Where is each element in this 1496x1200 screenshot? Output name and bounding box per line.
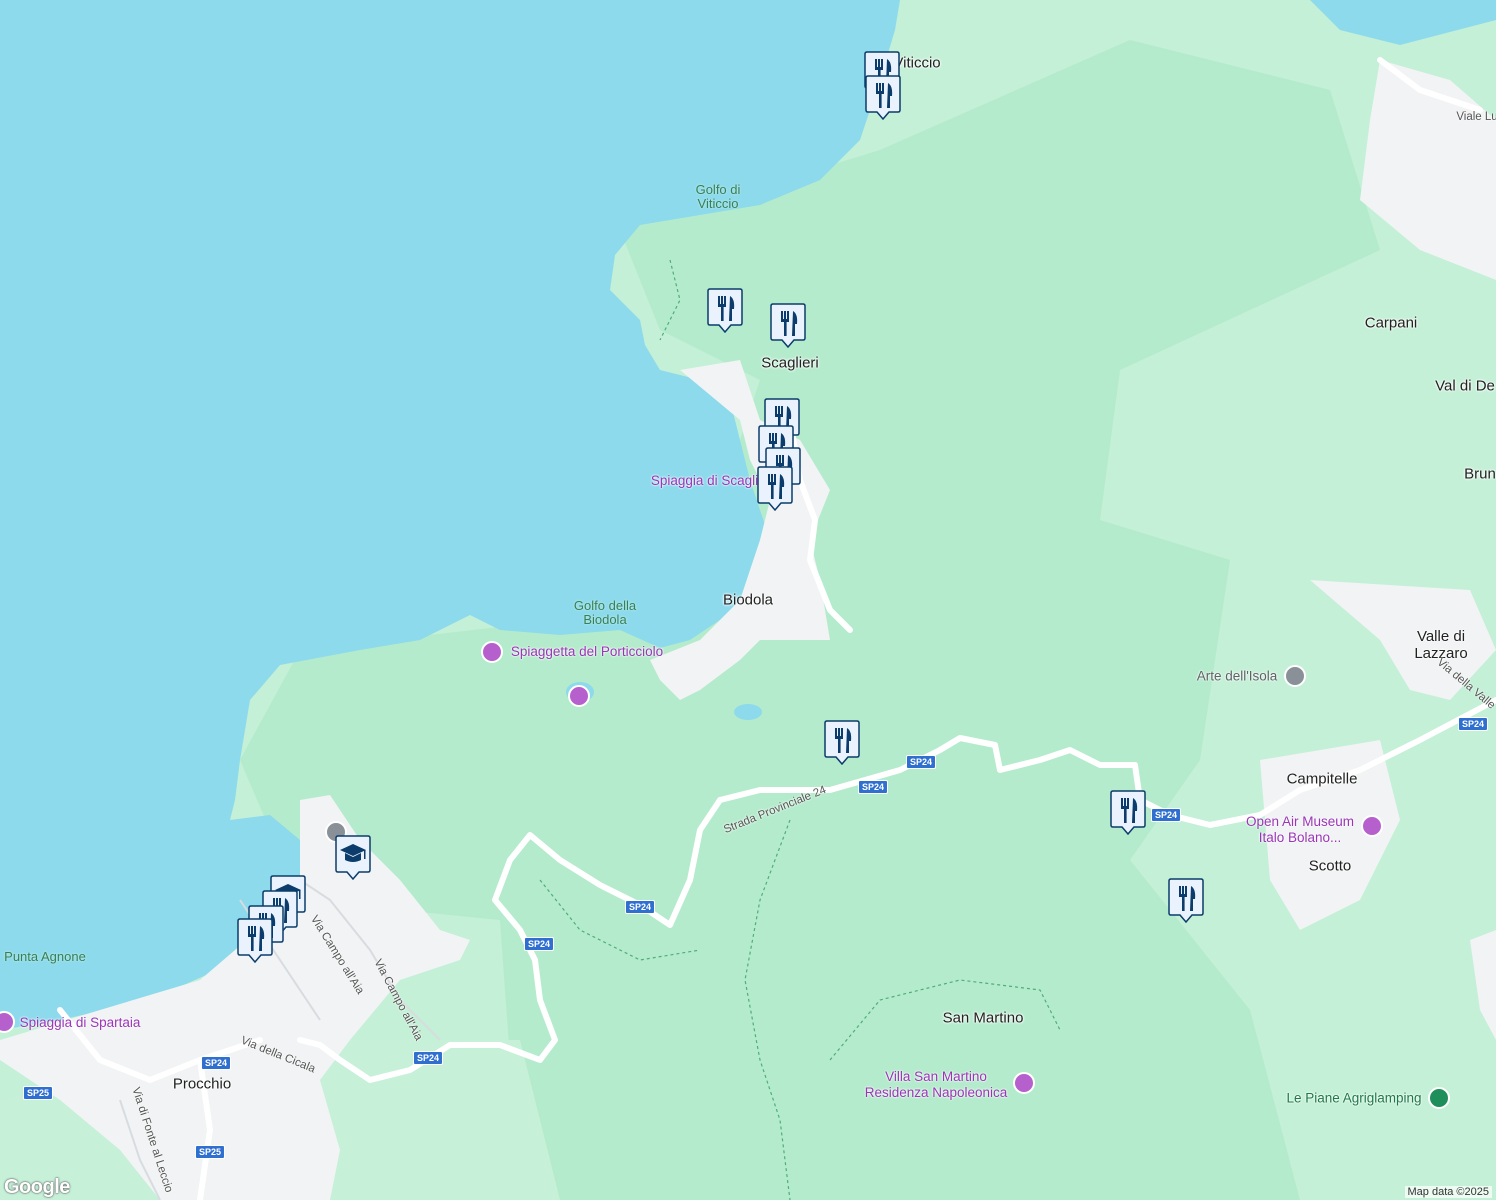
camera-icon[interactable] [481,641,503,663]
route-shield: SP24 [1150,808,1182,822]
restaurant-marker[interactable] [707,287,743,334]
label-spiaggia-scaglieri[interactable]: Spiaggia di Scaglieri [651,473,773,489]
label-spiaggetta[interactable]: Spiaggetta del Porticciolo [511,644,663,660]
campground-icon[interactable] [1428,1087,1450,1109]
restaurant-marker[interactable] [757,465,793,512]
restaurant-marker[interactable] [770,302,806,349]
map-attribution[interactable]: Map data ©2025 [1404,1186,1492,1198]
route-shield: SP24 [200,1056,232,1070]
label-golfo-biodola: Golfo della Biodola [573,598,637,627]
museum-icon[interactable] [1013,1072,1035,1094]
label-golfo-viticcio: Golfo di Viticcio [695,182,741,211]
church-icon[interactable] [1284,665,1306,687]
label-spiaggia-spartaia[interactable]: Spiaggia di Spartaia [20,1015,141,1031]
label-procchio[interactable]: Procchio [173,1076,231,1093]
restaurant-marker[interactable] [865,74,901,121]
museum-icon[interactable] [1361,815,1383,837]
route-shield: SP24 [1457,717,1489,731]
label-scotto[interactable]: Scotto [1309,858,1352,875]
google-logo: Google [4,1176,70,1198]
label-punta-agnone: Punta Agnone [4,949,86,964]
route-shield: SP25 [194,1145,226,1159]
route-shield: SP25 [22,1086,54,1100]
label-val-di[interactable]: Val di De [1435,378,1495,395]
restaurant-marker[interactable] [824,719,860,766]
route-shield: SP24 [624,900,656,914]
route-shield: SP24 [412,1051,444,1065]
label-campitelle[interactable]: Campitelle [1287,771,1358,788]
route-shield: SP24 [857,780,889,794]
route-shield: SP24 [905,755,937,769]
label-brun[interactable]: Brun [1464,466,1496,483]
route-shield: SP24 [523,937,555,951]
label-carpani[interactable]: Carpani [1365,315,1418,332]
label-arte-isola[interactable]: Arte dell'Isola [1197,669,1278,684]
label-viticcio[interactable]: Viticcio [893,55,940,72]
label-open-air[interactable]: Open Air Museum Italo Bolano... [1240,814,1360,846]
label-biodola[interactable]: Biodola [723,592,773,609]
restaurant-marker[interactable] [237,917,273,964]
school-marker[interactable] [335,834,371,881]
label-san-martino[interactable]: San Martino [943,1010,1024,1027]
label-le-piane[interactable]: Le Piane Agriglamping [1286,1091,1421,1106]
label-scaglieri[interactable]: Scaglieri [761,355,819,372]
restaurant-marker[interactable] [1110,789,1146,836]
restaurant-marker[interactable] [1168,877,1204,924]
camera-icon[interactable] [568,685,590,707]
road-viale-lu: Viale Lu [1456,111,1496,123]
label-villa-san-martino[interactable]: Villa San Martino Residenza Napoleonica [856,1069,1016,1101]
